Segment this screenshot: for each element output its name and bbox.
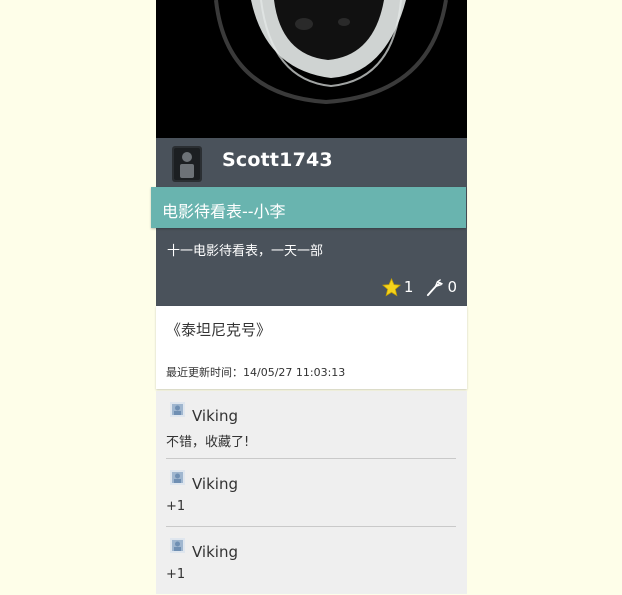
list-stats: 1 0: [381, 276, 457, 298]
avatar-icon[interactable]: [170, 538, 185, 553]
fork-button[interactable]: 0: [425, 278, 457, 297]
avatar-icon[interactable]: [170, 470, 185, 485]
user-panel: Scott1743 电影待看表--小李 十一电影待看表，一天一部 1 0: [151, 138, 467, 306]
star-button[interactable]: 1: [381, 277, 414, 297]
comment-item: Viking +1: [166, 527, 456, 595]
avatar-icon[interactable]: [172, 146, 202, 182]
comment-item: Viking 不错，收藏了!: [166, 391, 456, 459]
comment-text: +1: [166, 499, 186, 514]
fork-count: 0: [447, 278, 457, 296]
comments-section: Viking 不错，收藏了! Viking +1 Viking +1: [156, 391, 467, 594]
star-icon: [381, 277, 401, 296]
comment-author[interactable]: Viking: [192, 407, 238, 425]
username[interactable]: Scott1743: [222, 149, 333, 171]
last-updated: 最近更新时间：14/05/27 11:03:13: [166, 366, 346, 379]
comment-text: 不错，收藏了!: [166, 435, 250, 450]
comment-author[interactable]: Viking: [192, 543, 238, 561]
fork-icon: [427, 278, 444, 296]
avatar-icon[interactable]: [170, 402, 185, 417]
star-count: 1: [403, 278, 414, 296]
cover-image: [156, 0, 467, 138]
list-title-ribbon: 电影待看表--小李: [151, 187, 466, 228]
list-card: Scott1743 电影待看表--小李 十一电影待看表，一天一部 1 0 《泰坦…: [151, 0, 467, 594]
comment-text: +1: [166, 567, 186, 582]
comment-item: Viking +1: [166, 459, 456, 527]
list-description: 十一电影待看表，一天一部: [167, 244, 324, 259]
list-entry: 《泰坦尼克号》 最近更新时间：14/05/27 11:03:13: [156, 306, 467, 389]
list-title[interactable]: 电影待看表--小李: [162, 198, 286, 222]
movie-title[interactable]: 《泰坦尼克号》: [166, 319, 271, 340]
comment-author[interactable]: Viking: [192, 475, 238, 493]
